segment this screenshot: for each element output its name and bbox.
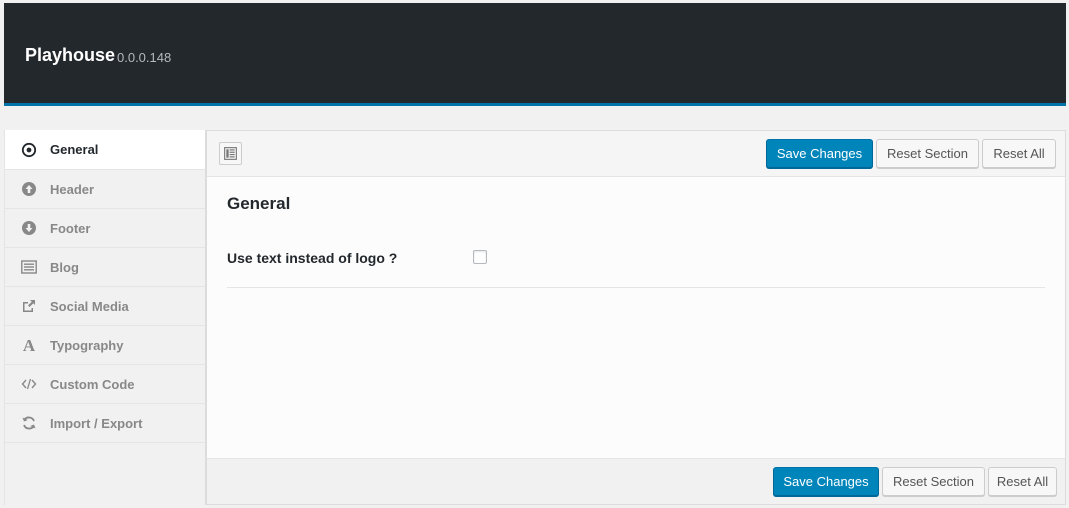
app-title: Playhouse	[25, 45, 116, 65]
app-version: 0.0.0.148	[117, 50, 172, 65]
reset-all-button-bottom[interactable]: Reset All	[988, 467, 1057, 496]
sidebar: General Header Footer Blog Social Media	[4, 130, 206, 505]
app-frame: Playhouse 0.0.0.148 General Header Foote…	[4, 3, 1066, 505]
sidebar-item-social-media[interactable]: Social Media	[5, 287, 205, 326]
sidebar-item-label: Typography	[50, 337, 124, 353]
section-title: General	[227, 194, 291, 213]
save-changes-button-bottom[interactable]: Save Changes	[773, 467, 879, 496]
app-header: Playhouse 0.0.0.148	[4, 3, 1066, 106]
svg-text:A: A	[23, 337, 36, 353]
share-box-icon	[20, 297, 38, 315]
sidebar-item-typography[interactable]: A Typography	[5, 326, 205, 365]
sidebar-item-header[interactable]: Header	[5, 170, 205, 209]
header-spacer	[4, 109, 1066, 130]
main-panel: Save Changes Reset Section Reset All Gen…	[206, 130, 1066, 505]
top-toolbar: Save Changes Reset Section Reset All	[207, 131, 1065, 177]
letter-a-icon: A	[20, 336, 38, 354]
sidebar-item-label: Header	[50, 181, 95, 197]
list-panel-icon	[20, 258, 38, 276]
expand-layout-button[interactable]	[219, 142, 242, 165]
target-circle-icon	[20, 141, 38, 159]
layout-icon	[224, 147, 237, 160]
use-text-logo-label: Use text instead of logo ?	[227, 250, 398, 266]
arrow-up-circle-icon	[20, 180, 38, 198]
sidebar-item-label: Import / Export	[50, 415, 143, 431]
sidebar-item-general[interactable]: General	[5, 130, 205, 170]
sidebar-item-label: Blog	[50, 259, 79, 275]
arrow-down-circle-icon	[20, 219, 38, 237]
save-changes-button-top[interactable]: Save Changes	[766, 139, 873, 168]
sidebar-item-label: General	[50, 142, 99, 157]
sidebar-item-label: Custom Code	[50, 376, 135, 392]
sidebar-item-footer[interactable]: Footer	[5, 209, 205, 248]
field-divider	[227, 287, 1045, 288]
reset-section-button-top[interactable]: Reset Section	[876, 139, 979, 168]
sidebar-item-import-export[interactable]: Import / Export	[5, 404, 205, 443]
reset-section-button-bottom[interactable]: Reset Section	[882, 467, 985, 496]
bottom-toolbar: Save Changes Reset Section Reset All	[207, 458, 1065, 504]
sidebar-item-custom-code[interactable]: Custom Code	[5, 365, 205, 404]
sidebar-item-blog[interactable]: Blog	[5, 248, 205, 287]
sidebar-item-label: Social Media	[50, 298, 129, 314]
refresh-icon	[20, 414, 38, 432]
reset-all-button-top[interactable]: Reset All	[982, 139, 1056, 168]
sidebar-item-label: Footer	[50, 220, 91, 236]
use-text-logo-checkbox[interactable]	[473, 250, 487, 264]
code-brackets-icon	[20, 375, 38, 393]
